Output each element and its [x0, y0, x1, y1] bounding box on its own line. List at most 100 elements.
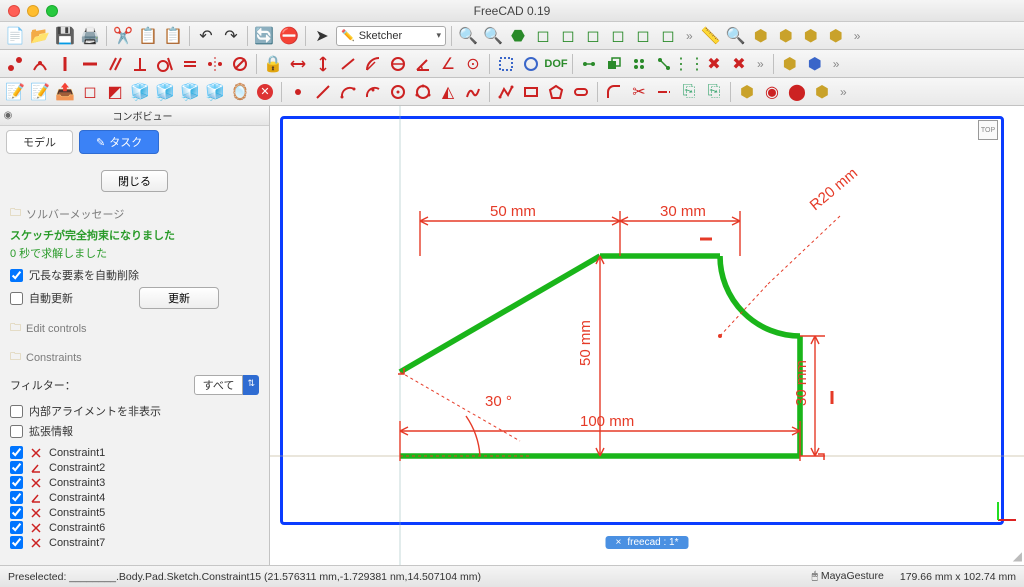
- auto-remove-redundant-checkbox[interactable]: [10, 269, 23, 282]
- constraint-checkbox[interactable]: [10, 476, 23, 489]
- constraint-checkbox[interactable]: [10, 536, 23, 549]
- circle-3p-icon[interactable]: [412, 81, 434, 103]
- constr-horizontal-icon[interactable]: [79, 53, 101, 75]
- constr-point-on-icon[interactable]: [29, 53, 51, 75]
- conic-icon[interactable]: ◭: [437, 81, 459, 103]
- toolbar2-more-icon[interactable]: »: [753, 57, 768, 71]
- clone-icon[interactable]: [603, 53, 625, 75]
- zoom-fit-icon[interactable]: 🔍: [457, 25, 479, 47]
- constraint-item[interactable]: Constraint2: [10, 460, 259, 475]
- filter-select[interactable]: すべて: [194, 375, 244, 395]
- constr-distance-icon[interactable]: [337, 53, 359, 75]
- constr-internal-icon[interactable]: ⊙: [462, 53, 484, 75]
- leave-sketch-icon[interactable]: 📤: [54, 81, 76, 103]
- view-rear-icon[interactable]: ◻: [607, 25, 629, 47]
- view-front-icon[interactable]: ◻: [532, 25, 554, 47]
- stop-op-icon[interactable]: ✕: [254, 81, 276, 103]
- edit-sketch-icon[interactable]: 📝: [29, 81, 51, 103]
- paste-icon[interactable]: 📋: [162, 25, 184, 47]
- reorient-icon[interactable]: 🧊: [154, 81, 176, 103]
- viewport-3d[interactable]: TOP: [270, 106, 1024, 565]
- constr-block-icon[interactable]: [229, 53, 251, 75]
- fillet-icon[interactable]: [603, 81, 625, 103]
- dof-icon[interactable]: DOF: [545, 53, 567, 75]
- copy-sketch-icon[interactable]: [628, 53, 650, 75]
- constr-snell-icon[interactable]: ∠: [437, 53, 459, 75]
- constr-distanceX-icon[interactable]: [287, 53, 309, 75]
- view-bottom-icon[interactable]: ◻: [632, 25, 654, 47]
- dim-50mm-v-label[interactable]: 50 mm: [577, 320, 594, 366]
- view-right-icon[interactable]: ◻: [582, 25, 604, 47]
- close-task-button[interactable]: 閉じる: [101, 170, 168, 192]
- rectangle-icon[interactable]: [520, 81, 542, 103]
- update-button[interactable]: 更新: [139, 287, 219, 309]
- dim-angle-label[interactable]: 30 °: [485, 393, 512, 410]
- bspline-icon[interactable]: [462, 81, 484, 103]
- mirror-sketch-icon[interactable]: 🪞: [229, 81, 251, 103]
- stop-icon[interactable]: ⛔: [278, 25, 300, 47]
- circle-icon[interactable]: [387, 81, 409, 103]
- refresh-icon[interactable]: 🔄: [253, 25, 275, 47]
- constr-parallel-icon[interactable]: [104, 53, 126, 75]
- slot-icon[interactable]: [570, 81, 592, 103]
- dim-50mm-label[interactable]: 50 mm: [490, 203, 536, 220]
- constraint-item[interactable]: Constraint7: [10, 535, 259, 550]
- constr-vertical-icon[interactable]: [54, 53, 76, 75]
- toggle-driving-icon[interactable]: [520, 53, 542, 75]
- delete-geom-icon[interactable]: ✖: [728, 53, 750, 75]
- toolbar2-more2-icon[interactable]: »: [829, 57, 844, 71]
- solver-messages-header[interactable]: 🗀 ソルバーメッセージ: [10, 204, 259, 223]
- redo-icon[interactable]: ↷: [220, 25, 242, 47]
- resize-grip-icon[interactable]: ◢: [1013, 549, 1022, 563]
- polygon-icon[interactable]: [545, 81, 567, 103]
- cube-right-icon[interactable]: ⬢: [825, 25, 847, 47]
- copy-icon[interactable]: 📋: [137, 25, 159, 47]
- part-cyl-icon[interactable]: ◉: [761, 81, 783, 103]
- polyline-icon[interactable]: [495, 81, 517, 103]
- view-left-icon[interactable]: ◻: [657, 25, 679, 47]
- validate-icon[interactable]: 🧊: [179, 81, 201, 103]
- toolbar-more2-icon[interactable]: »: [850, 29, 865, 43]
- panel-gear-icon[interactable]: ◉: [0, 110, 16, 121]
- constr-perpendicular-icon[interactable]: [129, 53, 151, 75]
- constr-tangent-icon[interactable]: [154, 53, 176, 75]
- dim-30mm-top-label[interactable]: 30 mm: [660, 203, 706, 220]
- undo-icon[interactable]: ↶: [195, 25, 217, 47]
- point-icon[interactable]: [287, 81, 309, 103]
- file-save-icon[interactable]: 💾: [54, 25, 76, 47]
- workbench-selector[interactable]: ✏️ Sketcher ▾: [336, 26, 446, 46]
- view-top-icon[interactable]: ◻: [557, 25, 579, 47]
- constraints-header[interactable]: 🗀 Constraints: [10, 348, 259, 367]
- file-open-icon[interactable]: 📂: [29, 25, 51, 47]
- constr-diameter-icon[interactable]: [387, 53, 409, 75]
- cube-front-icon[interactable]: ⬢: [775, 25, 797, 47]
- constraint-checkbox[interactable]: [10, 491, 23, 504]
- constr-distanceY-icon[interactable]: [312, 53, 334, 75]
- maximize-window-button[interactable]: [46, 5, 58, 17]
- part-misc-icon[interactable]: ⬢: [811, 81, 833, 103]
- constraint-item[interactable]: Constraint6: [10, 520, 259, 535]
- constraint-item[interactable]: Constraint5: [10, 505, 259, 520]
- toolbar3-more-icon[interactable]: »: [836, 85, 851, 99]
- sketch-canvas[interactable]: 50 mm 30 mm R20 mm: [270, 106, 1024, 565]
- carbon-copy-icon[interactable]: ⎘: [703, 81, 725, 103]
- dim-30mm-v-label[interactable]: 30 mm: [793, 360, 810, 406]
- part-body-icon[interactable]: ⬢: [804, 53, 826, 75]
- constr-radius-icon[interactable]: [362, 53, 384, 75]
- new-sketch-icon[interactable]: 📝: [4, 81, 26, 103]
- cube-top-icon[interactable]: ⬢: [800, 25, 822, 47]
- extend-icon[interactable]: [653, 81, 675, 103]
- external-icon[interactable]: ⎘: [678, 81, 700, 103]
- zoom-in-icon[interactable]: 🔍: [725, 25, 747, 47]
- zoom-all-icon[interactable]: 🔍: [482, 25, 504, 47]
- hide-internal-checkbox[interactable]: [10, 405, 23, 418]
- cube-iso-icon[interactable]: ⬢: [750, 25, 772, 47]
- tab-model[interactable]: モデル: [6, 130, 73, 154]
- dim-r20-label[interactable]: R20 mm: [807, 165, 861, 214]
- constraint-item[interactable]: Constraint1: [10, 445, 259, 460]
- arc-icon[interactable]: [337, 81, 359, 103]
- constr-symmetric-icon[interactable]: [204, 53, 226, 75]
- file-new-icon[interactable]: 📄: [4, 25, 26, 47]
- constraint-item[interactable]: Constraint3: [10, 475, 259, 490]
- toolbar-more-icon[interactable]: »: [682, 29, 697, 43]
